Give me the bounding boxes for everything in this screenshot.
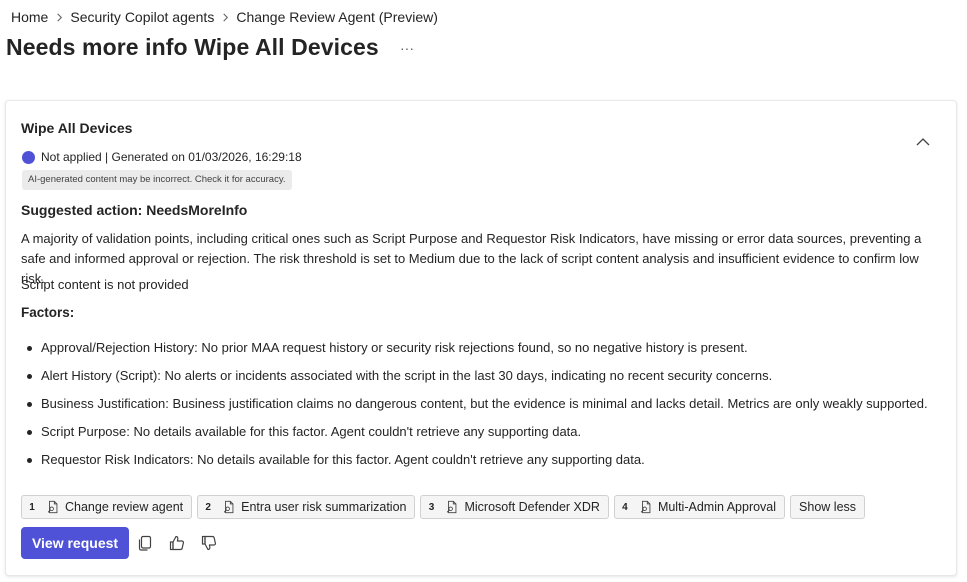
more-options-button[interactable]: ··· (396, 40, 418, 60)
copy-icon (138, 535, 152, 551)
list-item: Alert History (Script): No alerts or inc… (21, 368, 928, 396)
card-title: Wipe All Devices (21, 120, 133, 136)
document-search-icon (222, 500, 236, 514)
change-review-card: Wipe All Devices Not applied | Generated… (5, 100, 957, 576)
breadcrumb-home[interactable]: Home (11, 9, 48, 25)
thumbs-down-button[interactable] (193, 527, 225, 559)
chevron-right-icon (48, 13, 70, 22)
chevron-right-icon (214, 13, 236, 22)
citation-chip-change-review-agent[interactable]: 1 Change review agent (21, 495, 193, 519)
status-text: Not applied | Generated on 01/03/2026, 1… (41, 150, 302, 164)
citation-number: 4 (622, 501, 628, 513)
view-request-button[interactable]: View request (21, 527, 129, 559)
citation-chips: 1 Change review agent 2 Entra user risk … (21, 495, 866, 519)
citation-chip-entra-user-risk[interactable]: 2 Entra user risk summarization (197, 495, 416, 519)
citation-number: 3 (428, 501, 435, 513)
copy-button[interactable] (129, 527, 161, 559)
factor-list: Approval/Rejection History: No prior MAA… (21, 340, 928, 480)
list-item: Script Purpose: No details available for… (21, 424, 928, 452)
breadcrumb: Home Security Copilot agents Change Revi… (11, 9, 438, 25)
citation-chip-multi-admin-approval[interactable]: 4 Multi-Admin Approval (613, 495, 786, 519)
breadcrumb-change-review-agent[interactable]: Change Review Agent (Preview) (236, 9, 438, 25)
page-title: Needs more info Wipe All Devices (6, 34, 379, 60)
thumbs-up-icon (169, 535, 185, 551)
chevron-up-icon (916, 138, 930, 146)
citation-label: Change review agent (65, 500, 184, 514)
citation-number: 2 (205, 501, 211, 513)
status-dot-icon (22, 150, 35, 164)
thumbs-down-icon (201, 535, 217, 551)
action-bar: View request (21, 527, 225, 559)
suggested-action: Suggested action: NeedsMoreInfo (21, 202, 248, 218)
document-search-icon (639, 500, 653, 514)
thumbs-up-button[interactable] (161, 527, 193, 559)
citation-label: Multi-Admin Approval (657, 500, 777, 514)
list-item: Business Justification: Business justifi… (21, 396, 928, 424)
document-search-icon (445, 500, 459, 514)
breadcrumb-security-copilot-agents[interactable]: Security Copilot agents (70, 9, 214, 25)
citation-number: 1 (29, 501, 35, 513)
list-item: Approval/Rejection History: No prior MAA… (21, 340, 928, 368)
factors-heading: Factors: (21, 305, 75, 320)
status-row: Not applied | Generated on 01/03/2026, 1… (22, 150, 302, 164)
ai-disclaimer-badge: AI-generated content may be incorrect. C… (22, 170, 292, 190)
list-item: Requestor Risk Indicators: No details av… (21, 452, 928, 480)
document-search-icon (46, 500, 60, 514)
show-less-button[interactable]: Show less (790, 495, 866, 519)
script-note: Script content is not provided (21, 277, 189, 292)
citation-chip-defender-xdr[interactable]: 3 Microsoft Defender XDR (420, 495, 609, 519)
citation-label: Microsoft Defender XDR (464, 500, 600, 514)
citation-label: Entra user risk summarization (241, 500, 407, 514)
collapse-button[interactable] (916, 134, 932, 146)
